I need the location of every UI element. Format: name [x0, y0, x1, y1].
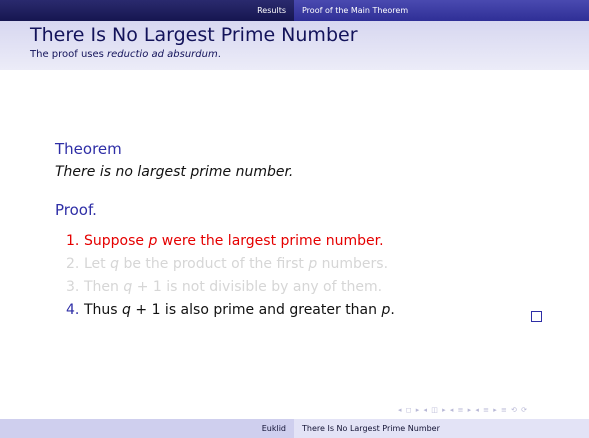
footline-title-box: There Is No Largest Prime Number — [294, 419, 589, 438]
step-number: 1. — [66, 233, 80, 249]
math-var: p — [308, 256, 318, 272]
math-var: q — [122, 302, 131, 318]
math-var: q — [123, 279, 133, 295]
footline-author: Euklid — [261, 424, 286, 433]
proof-step-4: 4. Thus q + 1 is also prime and greater t… — [66, 299, 546, 322]
footline-title: There Is No Largest Prime Number — [302, 424, 440, 433]
footline: Euklid There Is No Largest Prime Number — [0, 419, 589, 438]
proof-heading: Proof. — [55, 201, 97, 219]
section-link-results[interactable]: Results — [257, 6, 294, 15]
step-text: + 1 is also prime and greater than — [130, 302, 382, 318]
subsection-link-proof[interactable]: Proof of the Main Theorem — [294, 6, 408, 15]
proof-step-3: 3. Then q + 1 is not divisible by any of … — [66, 276, 546, 299]
step-text: Thus — [84, 302, 123, 318]
step-number: 4. — [66, 302, 80, 318]
step-text: numbers. — [317, 256, 389, 272]
step-text: were the largest prime number. — [157, 233, 384, 249]
qed-square-icon — [531, 311, 542, 322]
frame-title-box: There Is No Largest Prime Number The pro… — [0, 21, 589, 70]
proof-step-list: 1. Suppose p were the largest prime numbe… — [66, 230, 546, 322]
footline-author-box: Euklid — [0, 419, 294, 438]
header-section-right: Proof of the Main Theorem — [294, 0, 589, 21]
math-var: q — [110, 256, 119, 272]
subtitle-suffix: . — [217, 49, 221, 60]
header-navigation: Results Proof of the Main Theorem — [0, 0, 589, 21]
step-text: + 1 is not divisible by any of them. — [132, 279, 383, 295]
proof-step-2: 2. Let q be the product of the first p nu… — [66, 253, 546, 276]
frame-subtitle: The proof uses reductio ad absurdum. — [30, 49, 221, 60]
step-text: Let — [84, 256, 111, 272]
beamer-slide: Results Proof of the Main Theorem There … — [0, 0, 589, 438]
step-text: Suppose — [84, 233, 149, 249]
step-text: Then — [84, 279, 124, 295]
header-section-left: Results — [0, 0, 294, 21]
subtitle-emphasis: reductio ad absurdum — [107, 49, 218, 60]
beamer-navigation-symbols-icon[interactable]: ◂ ◻ ▸ ◂ ◫ ▸ ◂ ≡ ▸ ◂ ≡ ▸ ≡ ⟲ ⟳ — [398, 406, 528, 414]
frame-title: There Is No Largest Prime Number — [30, 24, 358, 46]
theorem-heading: Theorem — [55, 140, 122, 158]
step-number: 2. — [66, 256, 80, 272]
theorem-statement: There is no largest prime number. — [55, 164, 294, 180]
subtitle-prefix: The proof uses — [30, 49, 108, 60]
step-text: . — [390, 302, 395, 318]
proof-step-1: 1. Suppose p were the largest prime numbe… — [66, 230, 546, 253]
step-text: be the product of the first — [119, 256, 309, 272]
step-number: 3. — [66, 279, 80, 295]
